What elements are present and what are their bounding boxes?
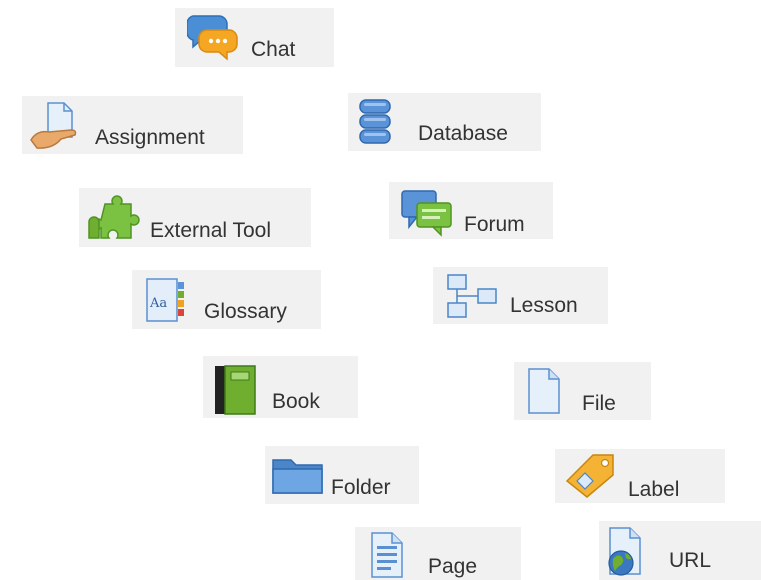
forum-icon bbox=[399, 187, 455, 237]
book-activity-item[interactable]: Book bbox=[203, 356, 358, 418]
lesson-label: Lesson bbox=[510, 294, 578, 317]
chat-activity-item[interactable]: Chat bbox=[175, 8, 334, 67]
svg-text:Aa: Aa bbox=[149, 296, 167, 311]
glossary-label: Glossary bbox=[204, 300, 287, 323]
page-activity-item[interactable]: Page bbox=[355, 527, 521, 580]
folder-label: Folder bbox=[331, 476, 391, 499]
label-label: Label bbox=[628, 478, 680, 501]
url-globe-icon bbox=[605, 525, 645, 577]
lesson-icon bbox=[445, 272, 501, 322]
url-activity-item[interactable]: URL bbox=[599, 521, 761, 580]
database-icon bbox=[358, 98, 392, 146]
page-icon bbox=[369, 530, 405, 580]
assignment-icon bbox=[28, 100, 84, 152]
chat-label: Chat bbox=[251, 38, 296, 61]
chat-icon bbox=[187, 10, 239, 62]
assignment-activity-item[interactable]: Assignment bbox=[22, 96, 243, 154]
page-label: Page bbox=[428, 555, 478, 578]
url-label: URL bbox=[669, 549, 712, 572]
tag-icon bbox=[563, 451, 619, 499]
book-icon bbox=[213, 364, 259, 416]
external-tool-label: External Tool bbox=[150, 219, 272, 242]
external-tool-activity-item[interactable]: External Tool bbox=[79, 188, 311, 247]
glossary-activity-item[interactable]: Aa Glossary bbox=[132, 270, 321, 329]
puzzle-piece-icon bbox=[87, 194, 143, 244]
folder-icon bbox=[271, 454, 325, 496]
lesson-activity-item[interactable]: Lesson bbox=[433, 267, 608, 324]
forum-label: Forum bbox=[464, 213, 525, 236]
file-label: File bbox=[582, 392, 616, 415]
folder-activity-item[interactable]: Folder bbox=[265, 446, 419, 504]
forum-activity-item[interactable]: Forum bbox=[389, 182, 553, 239]
assignment-label: Assignment bbox=[95, 126, 205, 149]
file-icon bbox=[526, 366, 562, 416]
label-activity-item[interactable]: Label bbox=[555, 449, 725, 503]
file-activity-item[interactable]: File bbox=[514, 362, 651, 420]
book-label: Book bbox=[272, 390, 320, 413]
database-activity-item[interactable]: Database bbox=[348, 93, 541, 151]
glossary-icon: Aa bbox=[144, 276, 188, 326]
database-label: Database bbox=[418, 122, 508, 145]
